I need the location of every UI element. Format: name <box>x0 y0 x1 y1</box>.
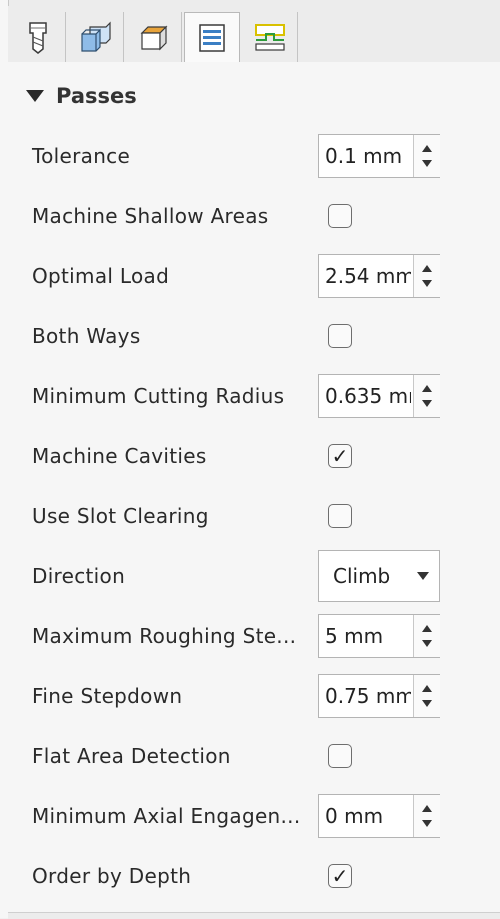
tab-geometry[interactable] <box>68 12 124 62</box>
geometry-icon <box>80 21 111 52</box>
spin-up-icon[interactable] <box>422 685 432 692</box>
row-label: Machine Cavities <box>32 444 207 468</box>
tab-passes[interactable] <box>184 12 240 63</box>
row-order-by-depth: Order by Depth ✓ <box>8 846 500 906</box>
chevron-down-icon[interactable] <box>417 572 429 580</box>
tool-icon <box>28 22 47 54</box>
spinner-buttons[interactable] <box>413 255 440 297</box>
spin-down-icon[interactable] <box>422 820 432 827</box>
tab-bar <box>8 6 500 63</box>
direction-select[interactable]: Climb <box>318 550 440 602</box>
minimum-cutting-radius-input[interactable]: 0.635 mm <box>325 375 411 417</box>
tab-tool[interactable] <box>10 12 66 62</box>
row-label: Tolerance <box>32 144 131 168</box>
collapse-triangle-icon[interactable] <box>26 90 44 102</box>
fine-stepdown-input[interactable]: 0.75 mm <box>325 675 411 717</box>
spin-up-icon[interactable] <box>422 265 432 272</box>
spin-down-icon[interactable] <box>422 700 432 707</box>
flat-area-detection-checkbox[interactable] <box>328 744 352 768</box>
row-label: Maximum Roughing Ste... <box>32 624 297 648</box>
row-label: Direction <box>32 564 126 588</box>
spin-down-icon[interactable] <box>422 640 432 647</box>
row-minimum-axial-engagement: Minimum Axial Engagen... 0 mm <box>8 786 500 846</box>
spin-down-icon[interactable] <box>422 280 432 287</box>
row-use-slot-clearing: Use Slot Clearing <box>8 486 500 546</box>
row-minimum-cutting-radius: Minimum Cutting Radius 0.635 mm <box>8 366 500 426</box>
row-direction: Direction Climb <box>8 546 500 606</box>
section-title: Passes <box>56 84 137 108</box>
row-machine-shallow-areas: Machine Shallow Areas <box>8 186 500 246</box>
fine-stepdown-spinner[interactable]: 0.75 mm <box>318 674 440 718</box>
row-label: Both Ways <box>32 324 141 348</box>
spinner-buttons[interactable] <box>413 615 440 657</box>
row-both-ways: Both Ways <box>8 306 500 366</box>
row-label: Flat Area Detection <box>32 744 231 768</box>
tab-heights[interactable] <box>126 12 182 62</box>
spin-up-icon[interactable] <box>422 145 432 152</box>
tolerance-spinner[interactable]: 0.1 mm <box>318 134 440 178</box>
row-label: Fine Stepdown <box>32 684 183 708</box>
machine-shallow-areas-checkbox[interactable] <box>328 204 352 228</box>
use-slot-clearing-checkbox[interactable] <box>328 504 352 528</box>
both-ways-checkbox[interactable] <box>328 324 352 348</box>
section-header-passes[interactable]: Passes <box>26 82 137 110</box>
spin-down-icon[interactable] <box>422 160 432 167</box>
optimal-load-spinner[interactable]: 2.54 mm <box>318 254 440 298</box>
linking-icon <box>254 24 285 51</box>
checkmark-icon: ✓ <box>331 864 349 888</box>
passes-icon <box>199 23 225 52</box>
row-label: Minimum Axial Engagen... <box>32 804 301 828</box>
spinner-buttons[interactable] <box>413 675 440 717</box>
optimal-load-input[interactable]: 2.54 mm <box>325 255 411 297</box>
row-label: Minimum Cutting Radius <box>32 384 285 408</box>
row-label: Use Slot Clearing <box>32 504 209 528</box>
row-label: Order by Depth <box>32 864 192 888</box>
row-label: Machine Shallow Areas <box>32 204 269 228</box>
row-flat-area-detection: Flat Area Detection <box>8 726 500 786</box>
spinner-buttons[interactable] <box>413 795 440 837</box>
minimum-axial-engagement-spinner[interactable]: 0 mm <box>318 794 440 838</box>
machine-cavities-checkbox[interactable]: ✓ <box>328 444 352 468</box>
row-fine-stepdown: Fine Stepdown 0.75 mm <box>8 666 500 726</box>
passes-panel: Passes Tolerance 0.1 mm Machine Shallow … <box>8 62 500 912</box>
row-maximum-roughing-stepdown: Maximum Roughing Ste... 5 mm <box>8 606 500 666</box>
spin-up-icon[interactable] <box>422 625 432 632</box>
spinner-buttons[interactable] <box>413 375 440 417</box>
spinner-buttons[interactable] <box>413 135 440 177</box>
spin-up-icon[interactable] <box>422 805 432 812</box>
row-label: Optimal Load <box>32 264 170 288</box>
row-tolerance: Tolerance 0.1 mm <box>8 126 500 186</box>
checkmark-icon: ✓ <box>331 444 349 468</box>
spin-down-icon[interactable] <box>422 400 432 407</box>
order-by-depth-checkbox[interactable]: ✓ <box>328 864 352 888</box>
tolerance-input[interactable]: 0.1 mm <box>325 135 411 177</box>
minimum-axial-engagement-input[interactable]: 0 mm <box>325 795 411 837</box>
minimum-cutting-radius-spinner[interactable]: 0.635 mm <box>318 374 440 418</box>
direction-selected-value: Climb <box>333 564 391 588</box>
row-machine-cavities: Machine Cavities ✓ <box>8 426 500 486</box>
maximum-roughing-stepdown-spinner[interactable]: 5 mm <box>318 614 440 658</box>
spin-up-icon[interactable] <box>422 385 432 392</box>
tab-linking[interactable] <box>242 12 298 62</box>
row-optimal-load: Optimal Load 2.54 mm <box>8 246 500 306</box>
maximum-roughing-stepdown-input[interactable]: 5 mm <box>325 615 411 657</box>
heights-icon <box>140 25 167 51</box>
